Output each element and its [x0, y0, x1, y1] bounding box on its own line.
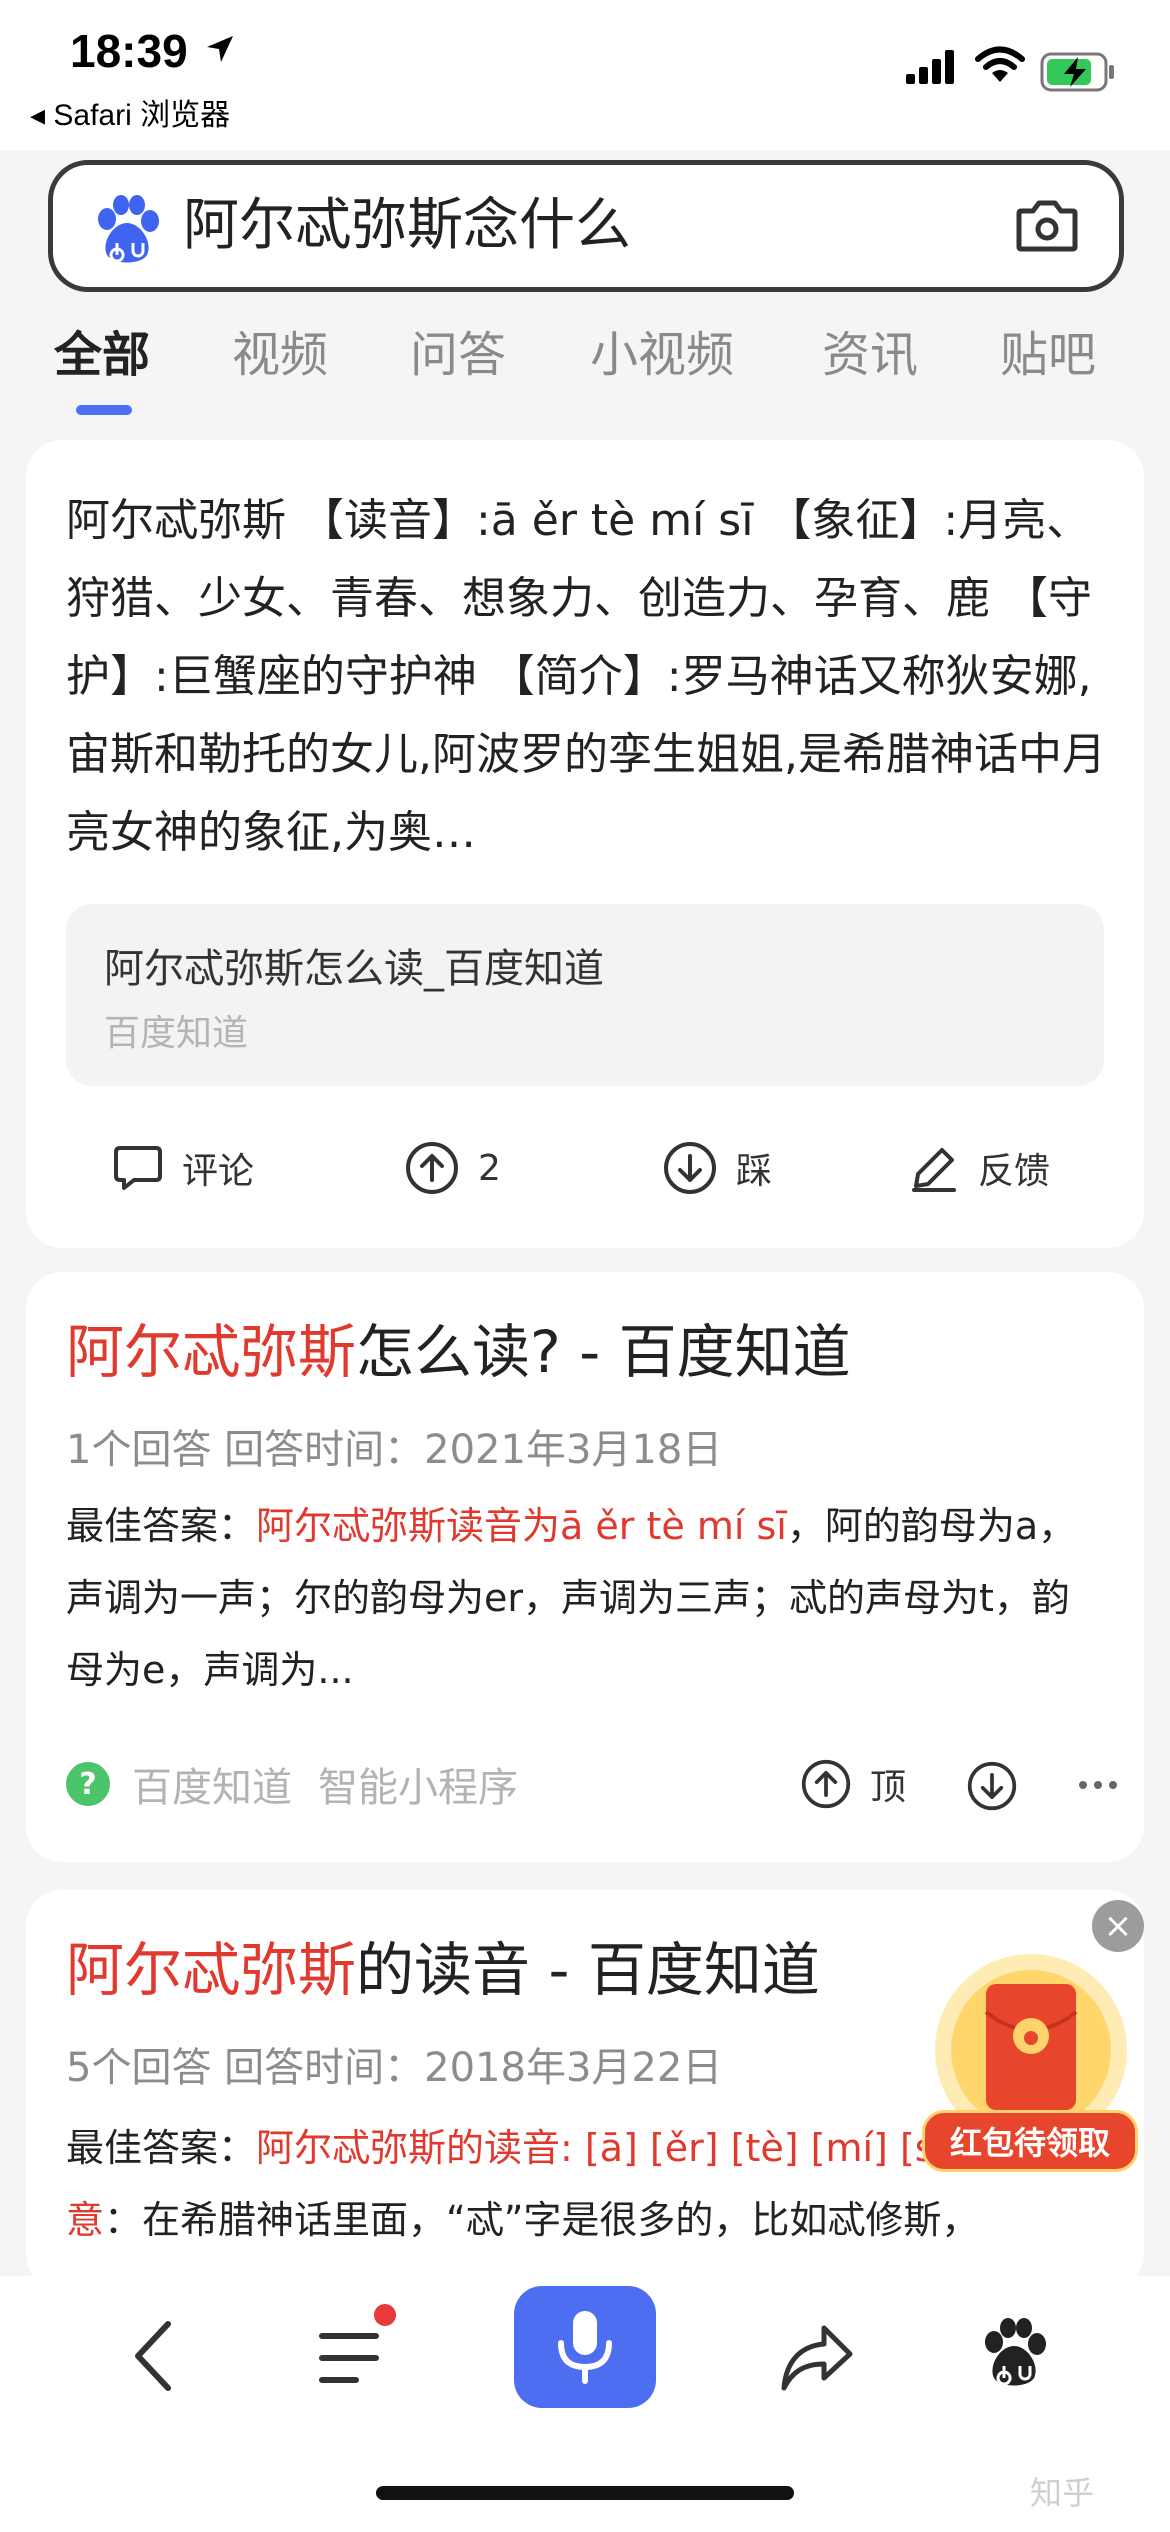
result-card: 阿尔忒弥斯怎么读? - 百度知道 1个回答 回答时间：2021年3月18日 最佳… [26, 1272, 1144, 1862]
result-title-link[interactable]: 阿尔忒弥斯的读音 - 百度知道 [66, 1934, 820, 2006]
downvote-button[interactable]: 踩 [662, 1128, 772, 1208]
footer-source[interactable]: 百度知道 [132, 1755, 292, 1813]
downvote-label: 踩 [736, 1151, 773, 1192]
pencil-icon [912, 1148, 956, 1192]
voice-search-button[interactable] [514, 2286, 656, 2408]
answer-prefix: 最佳答案： [66, 2126, 257, 2170]
camera-icon[interactable] [1015, 195, 1079, 255]
status-time: 18:39 [70, 25, 188, 77]
status-bar: 18:39 ◂ Safari 浏览器 [0, 0, 1170, 150]
baidu-paw-logo [98, 195, 159, 263]
search-query-text[interactable]: 阿尔忒弥斯念什么 [183, 193, 631, 259]
wifi-icon [975, 46, 1025, 82]
tab-qa[interactable]: 问答 [410, 325, 506, 385]
zhihu-watermark: 知乎 [1030, 2474, 1095, 2512]
tab-all[interactable]: 全部 [54, 325, 150, 385]
footer-mini-program[interactable]: 智能小程序 [318, 1755, 518, 1813]
answer-line2-rest: ：在希腊神话里面，“忒”字是很多的，比如忒修斯， [104, 2198, 980, 2242]
result-tabs: 全部 视频 问答 小视频 资讯 贴吧 [0, 300, 1170, 430]
title-highlight: 阿尔忒弥斯 [66, 1318, 357, 1386]
arrow-down-circle-icon[interactable] [966, 1760, 1018, 1812]
summary-text[interactable]: 阿尔忒弥斯 【读音】:ā ěr tè mí sī 【象征】:月亮、狩猎、少女、青… [66, 482, 1106, 872]
battery-charging-icon [1040, 52, 1114, 92]
upvote-button[interactable]: 2 [404, 1128, 501, 1208]
comment-button[interactable]: 评论 [112, 1128, 254, 1208]
menu-icon[interactable] [318, 2330, 382, 2386]
answer-highlight: 阿尔忒弥斯读音为ā ěr tè mí sī [256, 1504, 787, 1548]
red-packet-label[interactable]: 红包待领取 [922, 2110, 1138, 2172]
question-mark-icon: ? [66, 1762, 110, 1806]
more-options-icon[interactable] [1078, 1780, 1118, 1790]
arrow-down-circle-icon [664, 1142, 716, 1194]
location-arrow-icon [207, 36, 233, 62]
comment-icon [114, 1146, 162, 1190]
close-icon[interactable]: × [1092, 1900, 1144, 1952]
search-box[interactable]: 阿尔忒弥斯念什么 [48, 160, 1124, 292]
notification-dot [374, 2304, 396, 2326]
title-rest: 的读音 - 百度知道 [356, 1936, 820, 2004]
top-label: 顶 [870, 1767, 907, 1808]
tab-tieba[interactable]: 贴吧 [1000, 325, 1096, 385]
comment-label: 评论 [182, 1151, 255, 1192]
baidu-paw-icon[interactable] [980, 2316, 1048, 2388]
top-vote-button[interactable]: 顶 [800, 1748, 906, 1820]
result-meta: 1个回答 回答时间：2021年3月18日 [66, 1427, 723, 1473]
title-highlight: 阿尔忒弥斯 [66, 1936, 357, 2004]
answer-line-2[interactable]: 意：在希腊神话里面，“忒”字是很多的，比如忒修斯， [66, 2184, 1106, 2256]
tab-news[interactable]: 资讯 [822, 325, 918, 385]
answer-prefix: 最佳答案： [66, 1504, 257, 1548]
share-icon[interactable] [780, 2322, 854, 2392]
answer-highlight: 阿尔忒弥斯的读音: [ā] [ěr] [tè] [mí] [sī] [256, 2126, 960, 2170]
result-meta: 5个回答 回答时间：2018年3月22日 [66, 2045, 723, 2091]
source-title[interactable]: 阿尔忒弥斯怎么读_百度知道 [104, 936, 604, 994]
tab-short-video[interactable]: 小视频 [590, 325, 734, 385]
source-name: 百度知道 [104, 1013, 249, 1054]
back-to-safari-link[interactable]: ◂ Safari 浏览器 [30, 90, 230, 134]
card-actions: 评论 2 踩 反馈 [26, 1128, 1144, 1208]
cellular-signal-icon [906, 50, 954, 84]
result-title-link[interactable]: 阿尔忒弥斯怎么读? - 百度知道 [66, 1316, 851, 1388]
feedback-label: 反馈 [978, 1151, 1051, 1192]
best-answer-text[interactable]: 最佳答案：阿尔忒弥斯读音为ā ěr tè mí sī，阿的韵母为a，声调为一声；… [66, 1490, 1106, 1706]
home-indicator [376, 2486, 794, 2500]
tab-video[interactable]: 视频 [232, 325, 328, 385]
title-rest: 怎么读? - 百度知道 [356, 1318, 851, 1386]
arrow-up-circle-icon [406, 1142, 458, 1194]
back-arrow-icon[interactable] [128, 2316, 178, 2396]
feedback-button[interactable]: 反馈 [908, 1128, 1050, 1208]
upvote-count: 2 [478, 1147, 501, 1189]
answer-line2-highlight: 意 [66, 2198, 105, 2242]
result-footer: ? 百度知道 智能小程序 顶 [66, 1748, 1117, 1820]
source-link-box[interactable]: 阿尔忒弥斯怎么读_百度知道 百度知道 [66, 904, 1104, 1086]
arrow-up-circle-icon [801, 1759, 851, 1809]
summary-card: 阿尔忒弥斯 【读音】:ā ěr tè mí sī 【象征】:月亮、狩猎、少女、青… [26, 440, 1144, 1248]
active-tab-indicator [76, 405, 132, 415]
microphone-icon [558, 2311, 612, 2384]
